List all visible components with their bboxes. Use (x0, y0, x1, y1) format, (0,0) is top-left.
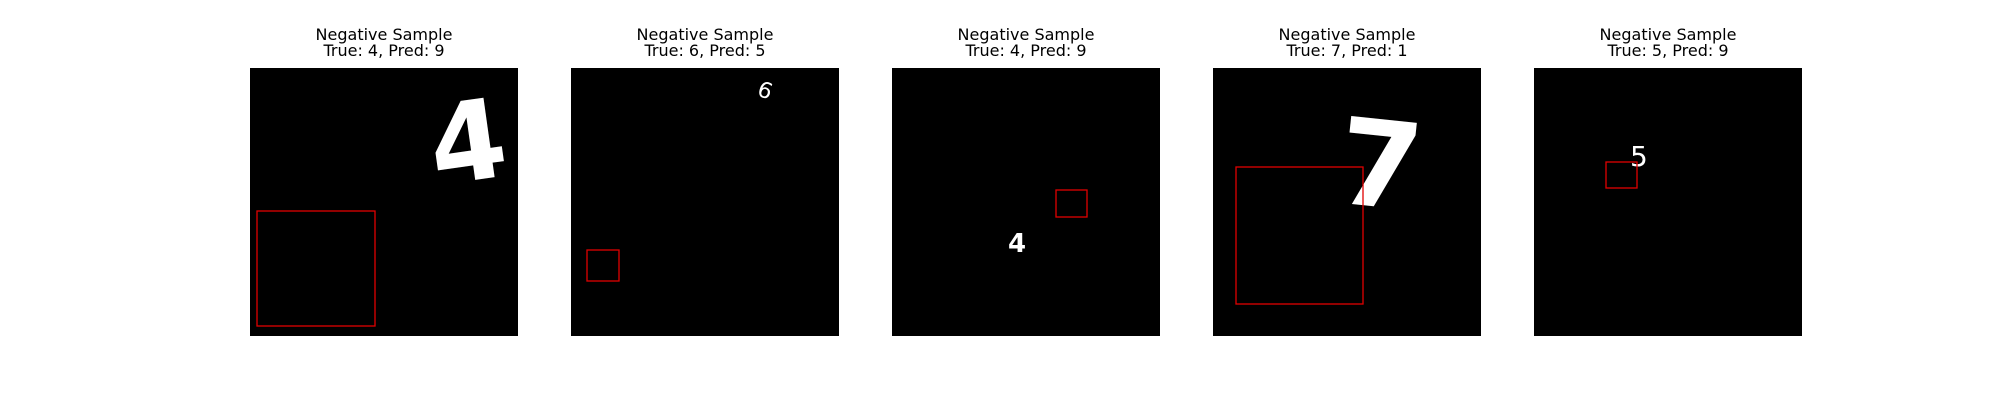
panel-subtitle-text: True: 5, Pred: 9 (1607, 41, 1729, 60)
panel-subtitle-text: True: 6, Pred: 5 (644, 41, 766, 60)
panel-subtitle-text: True: 7, Pred: 1 (1286, 41, 1408, 60)
digit-image: 7 (1213, 68, 1481, 336)
figure: { "panels": [ {"title": "Negative Sample… (0, 0, 2000, 400)
panel-title: Negative Sample True: 6, Pred: 5 (531, 27, 879, 59)
handwritten-digit: 5 (1630, 140, 1648, 173)
sample-panel-5: Negative Sample True: 5, Pred: 9 5 (1534, 0, 1802, 400)
panel-title: Negative Sample True: 5, Pred: 9 (1494, 27, 1842, 59)
panel-subtitle-text: True: 4, Pred: 9 (323, 41, 445, 60)
digit-image: 5 (1534, 68, 1802, 336)
digit-image: 4 (892, 68, 1160, 336)
panel-subtitle-text: True: 4, Pred: 9 (965, 41, 1087, 60)
panel-title: Negative Sample True: 4, Pred: 9 (210, 27, 558, 59)
digit-image: 4 (250, 68, 518, 336)
sample-panel-3: Negative Sample True: 4, Pred: 9 4 (892, 0, 1160, 400)
sample-panel-4: Negative Sample True: 7, Pred: 1 7 (1213, 0, 1481, 400)
handwritten-digit: 7 (1331, 93, 1429, 240)
sample-panel-2: Negative Sample True: 6, Pred: 5 6 (571, 0, 839, 400)
panel-title: Negative Sample True: 4, Pred: 9 (852, 27, 1200, 59)
sample-panel-1: Negative Sample True: 4, Pred: 9 4 (250, 0, 518, 400)
handwritten-digit: 4 (1008, 229, 1026, 259)
panel-title: Negative Sample True: 7, Pred: 1 (1173, 27, 1521, 59)
digit-image: 6 (571, 68, 839, 336)
